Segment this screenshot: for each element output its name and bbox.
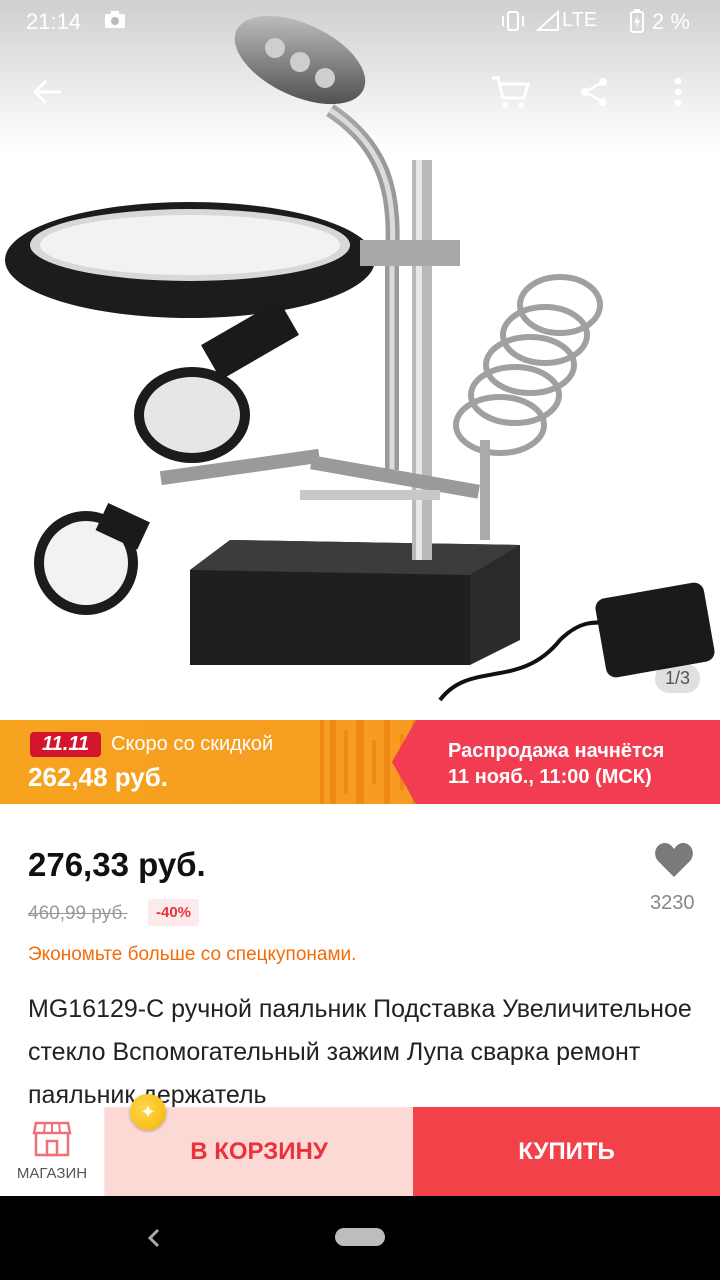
nav-back-icon[interactable] (146, 1226, 162, 1255)
product-title: MG16129-C ручной паяльник Подставка Увел… (28, 995, 692, 1108)
vibrate-icon (500, 10, 526, 38)
back-arrow-icon[interactable] (20, 64, 76, 120)
status-time: 21:14 (26, 9, 82, 34)
gallery-page-indicator: 1/3 (654, 664, 700, 693)
cart-icon[interactable] (482, 64, 538, 120)
coin-icon[interactable]: ✦ (130, 1094, 166, 1130)
promo-banner[interactable]: 11.11 Скоро со скидкой 262,48 руб. Распр… (0, 720, 720, 804)
promo-sale-line1: Распродажа начнётся (448, 740, 665, 762)
buy-now-button[interactable]: КУПИТЬ (413, 1107, 720, 1196)
old-price: 460,99 руб. (28, 903, 128, 924)
current-price: 276,33 руб. (28, 846, 206, 883)
share-icon[interactable] (566, 64, 622, 120)
shop-label: МАГАЗИН (16, 1165, 88, 1182)
promo-sale-line2: 11 нояб., 11:00 (МСК) (448, 766, 652, 788)
shop-button[interactable]: МАГАЗИН (0, 1107, 105, 1196)
bottom-action-bar: МАГАЗИН В КОРЗИНУ КУПИТЬ (0, 1107, 720, 1196)
shop-icon (32, 1119, 72, 1162)
system-nav-bar (0, 1196, 720, 1280)
home-pill-icon[interactable] (335, 1228, 385, 1246)
more-vert-icon[interactable] (650, 64, 706, 120)
status-bar: 21:14 LTE 2 % (0, 0, 720, 44)
camera-icon (104, 9, 126, 35)
battery-icon (630, 9, 644, 39)
signal-icon (535, 9, 560, 38)
discount-badge: -40% (148, 899, 200, 926)
favorites-count: 3230 (650, 892, 695, 914)
promo-left-panel: 11.11 Скоро со скидкой 262,48 руб. (0, 720, 440, 804)
heart-icon[interactable] (654, 842, 694, 883)
promo-1111-badge: 11.11 (30, 732, 102, 757)
promo-chevron (392, 720, 422, 804)
promo-price: 262,48 руб. (28, 762, 169, 792)
product-toolbar (0, 56, 720, 128)
promo-sale-text: Распродажа начнётся 11 нояб., 11:00 (МСК… (448, 738, 664, 790)
battery-level: 2 % (652, 9, 690, 34)
coupon-link[interactable]: Экономьте больше со спецкупонами. (28, 944, 356, 966)
network-type: LTE (562, 9, 598, 31)
promo-soon-text: Скоро со скидкой (111, 733, 274, 755)
